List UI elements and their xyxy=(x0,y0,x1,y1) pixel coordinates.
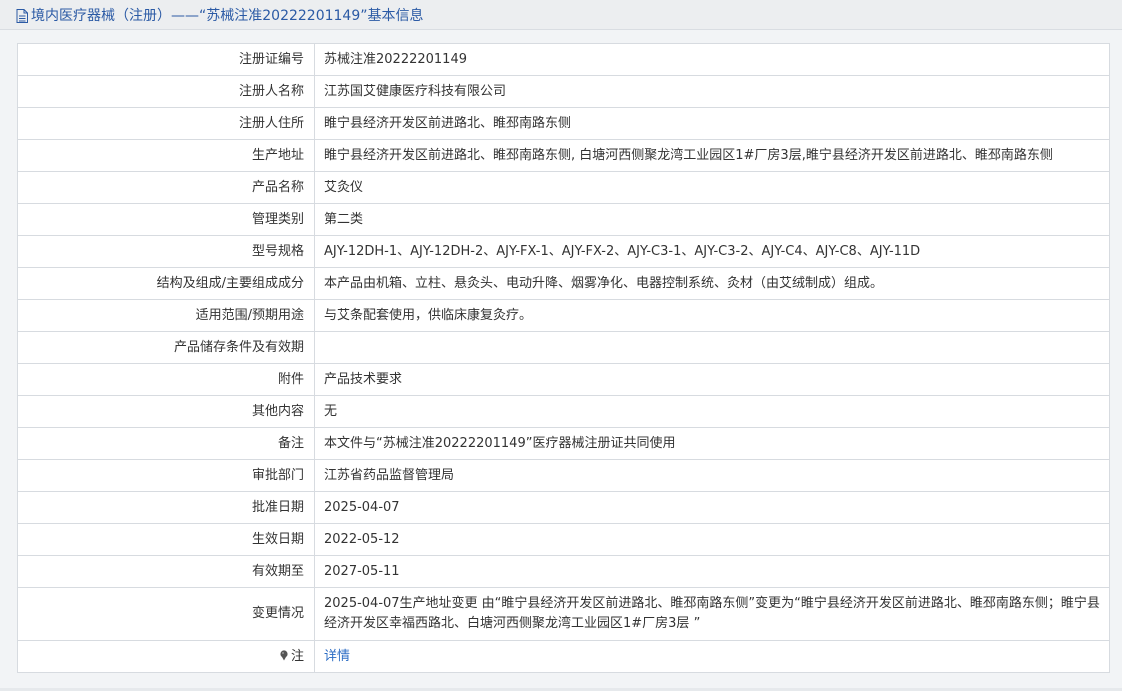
field-value: 本产品由机箱、立柱、悬灸头、电动升降、烟雾净化、电器控制系统、灸材（由艾绒制成）… xyxy=(314,267,1110,300)
field-label: 产品名称 xyxy=(17,171,315,204)
table-row: 附件 产品技术要求 xyxy=(17,363,1110,396)
table-row: 生效日期 2022-05-12 xyxy=(17,523,1110,556)
table-row: 型号规格 AJY-12DH-1、AJY-12DH-2、AJY-FX-1、AJY-F… xyxy=(17,235,1110,268)
page-header: 境内医疗器械（注册）——“苏械注准20222201149”基本信息 xyxy=(0,0,1122,30)
field-label: 备注 xyxy=(17,427,315,460)
field-label: 变更情况 xyxy=(17,587,315,641)
table-row: 结构及组成/主要组成成分 本产品由机箱、立柱、悬灸头、电动升降、烟雾净化、电器控制… xyxy=(17,267,1110,300)
pin-icon xyxy=(280,649,288,660)
field-value: 2025-04-07 xyxy=(314,491,1110,524)
field-label: 审批部门 xyxy=(17,459,315,492)
field-value: 2025-04-07生产地址变更 由“睢宁县经济开发区前进路北、睢邳南路东侧”变… xyxy=(314,587,1110,641)
field-value: 第二类 xyxy=(314,203,1110,236)
field-value: 睢宁县经济开发区前进路北、睢邳南路东侧, 白塘河西侧聚龙湾工业园区1#厂房3层,… xyxy=(314,139,1110,172)
note-value-cell: 详情 xyxy=(314,640,1110,673)
field-value: 艾灸仪 xyxy=(314,171,1110,204)
field-value: 与艾条配套使用，供临床康复灸疗。 xyxy=(314,299,1110,332)
field-value: 苏械注准20222201149 xyxy=(314,43,1110,76)
table-row: 有效期至 2027-05-11 xyxy=(17,555,1110,588)
field-label: 附件 xyxy=(17,363,315,396)
field-label: 注册人名称 xyxy=(17,75,315,108)
field-value: 产品技术要求 xyxy=(314,363,1110,396)
content-panel: 注册证编号 苏械注准20222201149 注册人名称 江苏国艾健康医疗科技有限公司注… xyxy=(0,30,1122,691)
table-row: 适用范围/预期用途 与艾条配套使用，供临床康复灸疗。 xyxy=(17,299,1110,332)
document-icon xyxy=(16,8,28,23)
table-row: 产品名称 艾灸仪 xyxy=(17,171,1110,204)
table-row-note: 注 详情 xyxy=(17,640,1110,673)
table-row: 注册人住所 睢宁县经济开发区前进路北、睢邳南路东侧 xyxy=(17,107,1110,140)
field-value: AJY-12DH-1、AJY-12DH-2、AJY-FX-1、AJY-FX-2、… xyxy=(314,235,1110,268)
table-row: 审批部门 江苏省药品监督管理局 xyxy=(17,459,1110,492)
field-label: 适用范围/预期用途 xyxy=(17,299,315,332)
table-row: 产品储存条件及有效期 xyxy=(17,331,1110,364)
table-row: 注册人名称 江苏国艾健康医疗科技有限公司 xyxy=(17,75,1110,108)
field-label: 注册证编号 xyxy=(17,43,315,76)
table-row: 注册证编号 苏械注准20222201149 xyxy=(17,43,1110,76)
table-row: 变更情况 2025-04-07生产地址变更 由“睢宁县经济开发区前进路北、睢邳南路… xyxy=(17,587,1110,641)
field-value: 江苏国艾健康医疗科技有限公司 xyxy=(314,75,1110,108)
field-value: 无 xyxy=(314,395,1110,428)
table-row: 管理类别 第二类 xyxy=(17,203,1110,236)
field-label: 有效期至 xyxy=(17,555,315,588)
table-row: 生产地址 睢宁县经济开发区前进路北、睢邳南路东侧, 白塘河西侧聚龙湾工业园区1#厂… xyxy=(17,139,1110,172)
field-value: 2027-05-11 xyxy=(314,555,1110,588)
field-value: 江苏省药品监督管理局 xyxy=(314,459,1110,492)
field-label: 型号规格 xyxy=(17,235,315,268)
field-value xyxy=(314,331,1110,364)
field-label: 管理类别 xyxy=(17,203,315,236)
note-label: 注 xyxy=(290,648,304,664)
field-value: 本文件与“苏械注准20222201149”医疗器械注册证共同使用 xyxy=(314,427,1110,460)
field-label: 结构及组成/主要组成成分 xyxy=(17,267,315,300)
table-row: 批准日期 2025-04-07 xyxy=(17,491,1110,524)
page-title: 境内医疗器械（注册）——“苏械注准20222201149”基本信息 xyxy=(31,7,424,24)
info-table: 注册证编号 苏械注准20222201149 注册人名称 江苏国艾健康医疗科技有限公司注… xyxy=(17,43,1110,673)
field-label: 其他内容 xyxy=(17,395,315,428)
field-label: 生效日期 xyxy=(17,523,315,556)
field-label: 产品储存条件及有效期 xyxy=(17,331,315,364)
field-label: 注册人住所 xyxy=(17,107,315,140)
field-label: 生产地址 xyxy=(17,139,315,172)
table-row: 其他内容无 xyxy=(17,395,1110,428)
field-label: 批准日期 xyxy=(17,491,315,524)
field-value: 睢宁县经济开发区前进路北、睢邳南路东侧 xyxy=(314,107,1110,140)
field-value: 2022-05-12 xyxy=(314,523,1110,556)
details-link[interactable]: 详情 xyxy=(324,649,350,664)
table-row: 备注 本文件与“苏械注准20222201149”医疗器械注册证共同使用 xyxy=(17,427,1110,460)
note-label-cell: 注 xyxy=(17,640,315,673)
